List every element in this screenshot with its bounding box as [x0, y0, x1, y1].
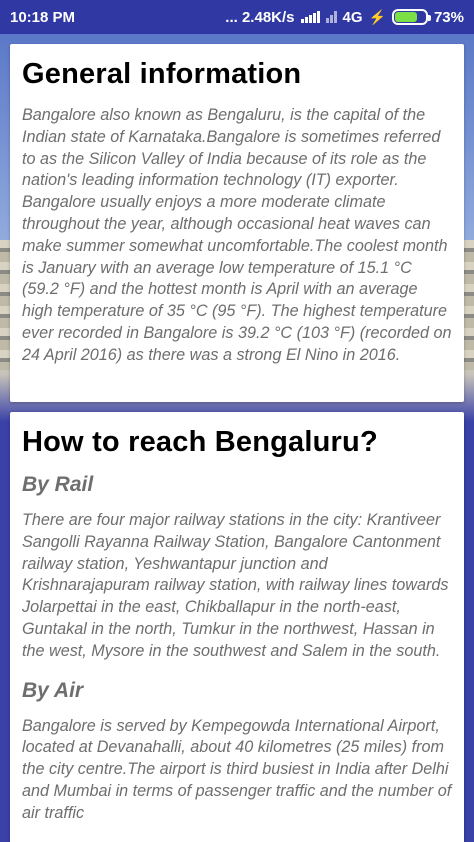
signal-2-icon — [325, 11, 337, 23]
status-indicators: ... 2.48K/s 4G ⚡ 73% — [225, 9, 464, 26]
building-edge-right — [464, 240, 474, 370]
charging-icon: ⚡ — [368, 8, 386, 25]
how-to-reach-card: How to reach Bengaluru? By Rail There ar… — [10, 412, 464, 842]
network-type: 4G — [342, 8, 363, 26]
signal-icon — [300, 11, 320, 23]
battery-fill — [394, 12, 417, 22]
general-info-title: General information — [22, 58, 302, 90]
by-air-heading: By Air — [22, 678, 84, 702]
general-info-body: Bangalore also known as Bengaluru, is th… — [22, 106, 452, 364]
general-info-card: General information Bangalore also known… — [10, 44, 464, 402]
how-to-reach-title: How to reach Bengaluru? — [22, 426, 378, 458]
status-bar: 10:18 PM ... 2.48K/s 4G ⚡ 73% — [0, 0, 474, 34]
network-speed: ... 2.48K/s — [225, 8, 295, 26]
battery-percent: 73% — [433, 8, 464, 26]
by-air-body: Bangalore is served by Kempegowda Intern… — [22, 716, 452, 822]
battery-icon — [391, 9, 431, 25]
status-time: 10:18 PM — [10, 8, 76, 26]
building-edge-left — [0, 240, 10, 370]
by-rail-heading: By Rail — [22, 473, 94, 496]
by-rail-body: There are four major railway stations in… — [22, 511, 449, 660]
